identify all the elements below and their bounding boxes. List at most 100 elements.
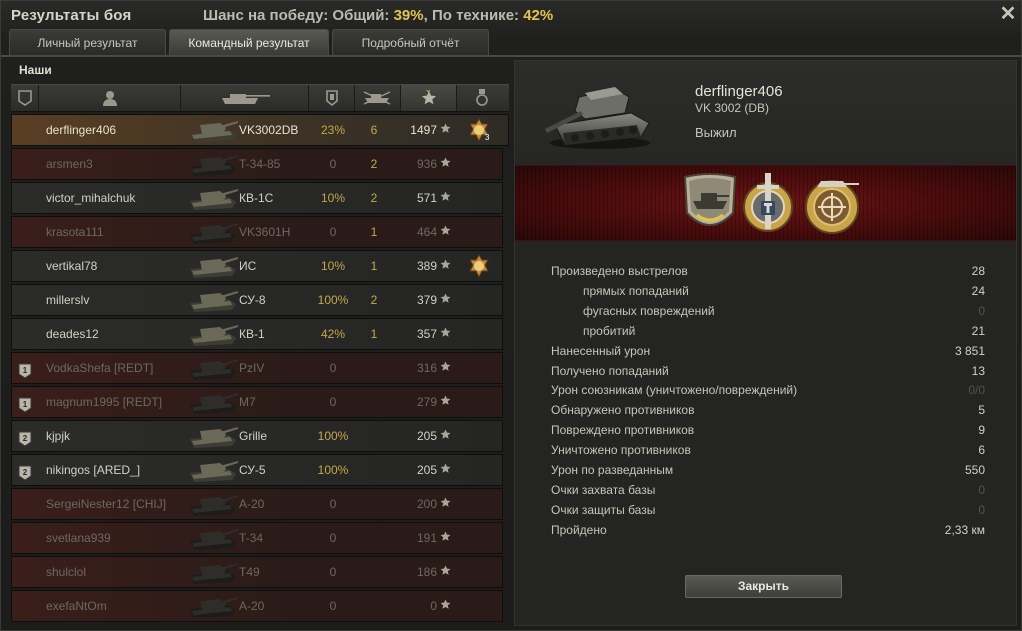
stat-label: Пройдено	[551, 522, 607, 537]
defender-medal-icon[interactable]	[737, 171, 799, 237]
stat-label: Урон союзникам (уничтожено/повреждений)	[551, 383, 798, 398]
xp-value: 464	[416, 225, 437, 239]
xp-value: 200	[416, 497, 437, 511]
medal-icon[interactable]	[467, 254, 491, 279]
tank-name: ИС	[239, 259, 257, 273]
tank-thumbnail-icon	[186, 117, 238, 143]
player-profile: derflinger406 VK 3002 (DB) Выжил	[515, 61, 1016, 165]
damage-percent: 0	[329, 157, 337, 171]
squad-column-header[interactable]	[11, 85, 39, 111]
xp-star-icon	[440, 353, 452, 383]
damage-icon	[325, 90, 338, 106]
stat-label: пробитий	[583, 323, 636, 338]
squad-badge-icon: 2	[18, 428, 32, 447]
tank-name: A-20	[239, 497, 265, 511]
tab-team[interactable]: Командный результат	[169, 29, 329, 55]
damage-percent: 0	[329, 497, 337, 511]
player-name: vertikal78	[46, 259, 98, 273]
close-icon[interactable]: ✕	[998, 4, 1018, 24]
team-row[interactable]: shulclol T49 0 186	[11, 556, 503, 588]
stat-row: Произведено выстрелов 28	[551, 261, 985, 281]
kill-count	[357, 557, 391, 587]
tab-personal[interactable]: Личный результат	[9, 29, 166, 55]
xp-value: 186	[416, 565, 437, 579]
player-icon	[102, 91, 117, 106]
team-row[interactable]: svetlana939 T-34 0 191	[11, 522, 503, 554]
stat-label: фугасных повреждений	[583, 303, 715, 318]
damage-percent: 0	[329, 395, 337, 409]
sniper-medal-icon[interactable]	[801, 171, 863, 237]
achievements-banner	[515, 165, 1016, 241]
medal-icon[interactable]: 3	[467, 118, 491, 143]
detail-status: Выжил	[695, 125, 737, 140]
tank-expert-badge-icon[interactable]	[679, 171, 741, 237]
tank-thumbnail-icon	[186, 253, 238, 279]
stat-label: Уничтожено противников	[551, 443, 691, 458]
xp-star-icon	[440, 217, 452, 247]
team-row[interactable]: 1 VodkaShefa [REDT] PzIV 0 316	[11, 352, 503, 384]
tank-name: T-34-85	[239, 157, 281, 171]
close-button[interactable]: Закрыть	[685, 575, 842, 598]
stat-label: Урон по разведанным	[551, 463, 674, 477]
team-row[interactable]: exefaNtOm A-20 0 0	[11, 590, 503, 622]
damage-percent: 23%	[320, 123, 346, 137]
battle-results-window: Результаты боя Шанс на победу: Общий: 39…	[0, 0, 1022, 631]
damage-percent: 0	[329, 531, 337, 545]
kills-column-header[interactable]	[355, 85, 401, 111]
kill-count: 2	[370, 191, 378, 205]
tank-thumbnail-icon	[186, 559, 238, 585]
xp-value: 1497	[410, 123, 437, 137]
tank-name: КВ-1С	[239, 191, 274, 205]
stat-value: 3 851	[954, 343, 985, 358]
xp-value: 571	[416, 191, 437, 205]
team-row[interactable]: arsmen3 T-34-85 0 2 936	[11, 148, 503, 180]
tank-thumbnail-icon	[186, 219, 238, 245]
tank-column-header[interactable]	[181, 85, 309, 111]
xp-star-icon	[440, 149, 452, 179]
tank-thumbnail-icon	[186, 423, 238, 449]
damage-percent: 0	[329, 225, 337, 239]
squad-badge-icon: 1	[18, 360, 32, 379]
stat-value: 9	[978, 423, 985, 438]
sort-indicator-icon: ⌄	[424, 84, 433, 94]
team-row[interactable]: krasota111 VK3601H 0 1 464	[11, 216, 503, 248]
team-row[interactable]: SergeiNester12 [CHIJ] A-20 0 200	[11, 488, 503, 520]
player-name: derflinger406	[46, 123, 117, 137]
medal-column-header[interactable]	[457, 85, 507, 111]
stat-row: Урон по разведанным 550	[551, 460, 985, 480]
player-column-header[interactable]	[39, 85, 181, 111]
team-row[interactable]: victor_mihalchuk КВ-1С 10% 2 571	[11, 182, 503, 214]
xp-star-icon	[440, 387, 452, 417]
stat-label: Получено попаданий	[551, 363, 669, 378]
tank-name: PzIV	[239, 361, 265, 375]
stat-row: Очки защиты базы 0	[551, 500, 985, 520]
kill-count: 1	[370, 327, 378, 341]
xp-value: 316	[416, 361, 437, 375]
xp-column-header[interactable]: ⌄	[401, 85, 457, 111]
xp-value: 936	[416, 157, 437, 171]
team-row[interactable]: derflinger406 VK3002DB 23% 6 1497 3	[11, 114, 509, 146]
player-name: deades12	[46, 327, 99, 341]
team-row[interactable]: 2 nikingos [ARED_] СУ-5 100% 205	[11, 454, 503, 486]
detail-player-name: derflinger406	[695, 83, 783, 100]
player-name: arsmen3	[46, 157, 93, 171]
stat-label: Повреждено противников	[551, 423, 695, 438]
tank-name: M7	[239, 395, 256, 409]
tab-detailed[interactable]: Подробный отчёт	[332, 29, 489, 55]
team-row[interactable]: 2 kjpjk Grille 100% 205	[11, 420, 503, 452]
player-name: victor_mihalchuk	[46, 191, 136, 205]
team-row[interactable]: deades12 КВ-1 42% 1 357	[11, 318, 503, 350]
kill-count	[357, 387, 391, 417]
damage-percent: 42%	[320, 327, 346, 341]
tank-thumbnail-icon	[186, 287, 238, 313]
team-row[interactable]: 1 magnum1995 [REDT] M7 0 279	[11, 386, 503, 418]
damage-column-header[interactable]	[309, 85, 355, 111]
player-name: kjpjk	[46, 429, 71, 443]
stat-label: Обнаружено противников	[551, 403, 695, 418]
xp-star-icon	[440, 115, 452, 145]
team-row[interactable]: millerslv СУ-8 100% 2 379	[11, 284, 503, 316]
tank-thumbnail-icon	[186, 491, 238, 517]
tank-name: VK3601H	[239, 225, 291, 239]
team-row[interactable]: vertikal78 ИС 10% 1 389	[11, 250, 503, 282]
stat-value: 28	[971, 264, 985, 278]
